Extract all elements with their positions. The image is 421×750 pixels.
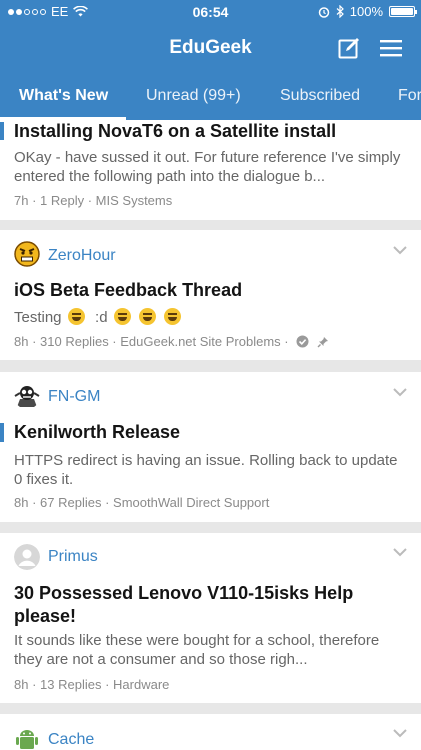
thread-meta: 8h · 310 Replies · EduGeek.net Site Prob…	[14, 334, 407, 349]
pin-icon	[317, 337, 328, 348]
thread-replies: 310 Replies	[40, 334, 109, 349]
thread-meta: 8h · 13 Replies · Hardware	[14, 677, 170, 692]
thread-forum[interactable]: SmoothWall Direct Support	[113, 495, 269, 510]
status-bar: EE 06:54 100%	[0, 0, 421, 24]
alarm-icon	[318, 6, 329, 18]
snippet-text-mid: :d	[95, 309, 108, 326]
thread-author[interactable]: Primus	[48, 548, 98, 566]
tab-for[interactable]: For	[398, 87, 421, 105]
grin-emoji-icon	[164, 308, 182, 325]
angry-face-icon	[14, 241, 40, 267]
unread-indicator	[0, 423, 4, 442]
robot-icon	[14, 386, 40, 407]
default-user-icon	[14, 544, 40, 570]
thread-title[interactable]: 30 Possessed Lenovo V110-15isks Help ple…	[14, 582, 407, 628]
thread-forum[interactable]: Hardware	[113, 677, 169, 692]
thread-time: 8h	[14, 677, 29, 692]
bluetooth-icon	[336, 5, 344, 18]
thread-snippet: HTTPS redirect is having an issue. Rolli…	[14, 452, 398, 488]
battery-percent: 100%	[349, 4, 383, 19]
check-icon	[296, 335, 309, 348]
thread-card[interactable]: Cache	[0, 714, 421, 750]
chevron-down-icon[interactable]	[393, 245, 407, 255]
thread-card[interactable]: ZeroHour iOS Beta Feedback Thread Testin…	[0, 230, 421, 360]
thread-snippet: Testing :d	[14, 308, 407, 327]
tab-bar: What's New Unread (99+) Subscribed For	[0, 72, 421, 120]
thread-replies: 1 Reply	[40, 193, 85, 208]
thread-meta: 7h · 1 Reply · MIS Systems	[14, 193, 173, 208]
thread-time: 7h	[14, 193, 29, 208]
smile-emoji-icon	[138, 308, 156, 325]
compose-icon[interactable]	[337, 36, 361, 60]
nav-bar: EduGeek	[0, 24, 421, 72]
chevron-down-icon[interactable]	[393, 728, 407, 738]
thread-author[interactable]: Cache	[48, 731, 94, 749]
thread-time: 8h	[14, 495, 29, 510]
tab-subscribed[interactable]: Subscribed	[280, 87, 360, 105]
thread-replies: 13 Replies	[40, 677, 102, 692]
thread-title[interactable]: Kenilworth Release	[14, 421, 407, 444]
thread-forum[interactable]: EduGeek.net Site Problems	[120, 334, 280, 349]
thread-snippet: OKay - have sussed it out. For future re…	[14, 149, 401, 185]
chevron-down-icon[interactable]	[393, 387, 407, 397]
tab-unread[interactable]: Unread (99+)	[146, 87, 241, 105]
android-icon	[16, 730, 38, 749]
thread-replies: 67 Replies	[40, 495, 102, 510]
battery-icon	[389, 6, 417, 17]
grin-emoji-icon	[113, 308, 131, 325]
thread-meta: 8h · 67 Replies · SmoothWall Direct Supp…	[14, 495, 270, 510]
thread-title[interactable]: Installing NovaT6 on a Satellite install	[14, 120, 407, 143]
thread-title[interactable]: iOS Beta Feedback Thread	[14, 279, 407, 302]
thread-time: 8h	[14, 334, 29, 349]
chevron-down-icon[interactable]	[393, 547, 407, 557]
snippet-text: Testing	[14, 309, 62, 326]
thread-card[interactable]: Installing NovaT6 on a Satellite install…	[0, 120, 421, 220]
thread-forum[interactable]: MIS Systems	[96, 193, 173, 208]
unread-indicator	[0, 122, 4, 140]
menu-icon[interactable]	[379, 38, 403, 58]
thread-author[interactable]: FN-GM	[48, 388, 100, 406]
thread-author[interactable]: ZeroHour	[48, 247, 116, 265]
tab-whats-new[interactable]: What's New	[19, 87, 108, 105]
smile-emoji-icon	[67, 308, 85, 325]
thread-card[interactable]: FN-GM Kenilworth Release HTTPS redirect …	[0, 372, 421, 522]
thread-snippet: It sounds like these were bought for a s…	[14, 632, 380, 668]
thread-card[interactable]: Primus 30 Possessed Lenovo V110-15isks H…	[0, 533, 421, 703]
